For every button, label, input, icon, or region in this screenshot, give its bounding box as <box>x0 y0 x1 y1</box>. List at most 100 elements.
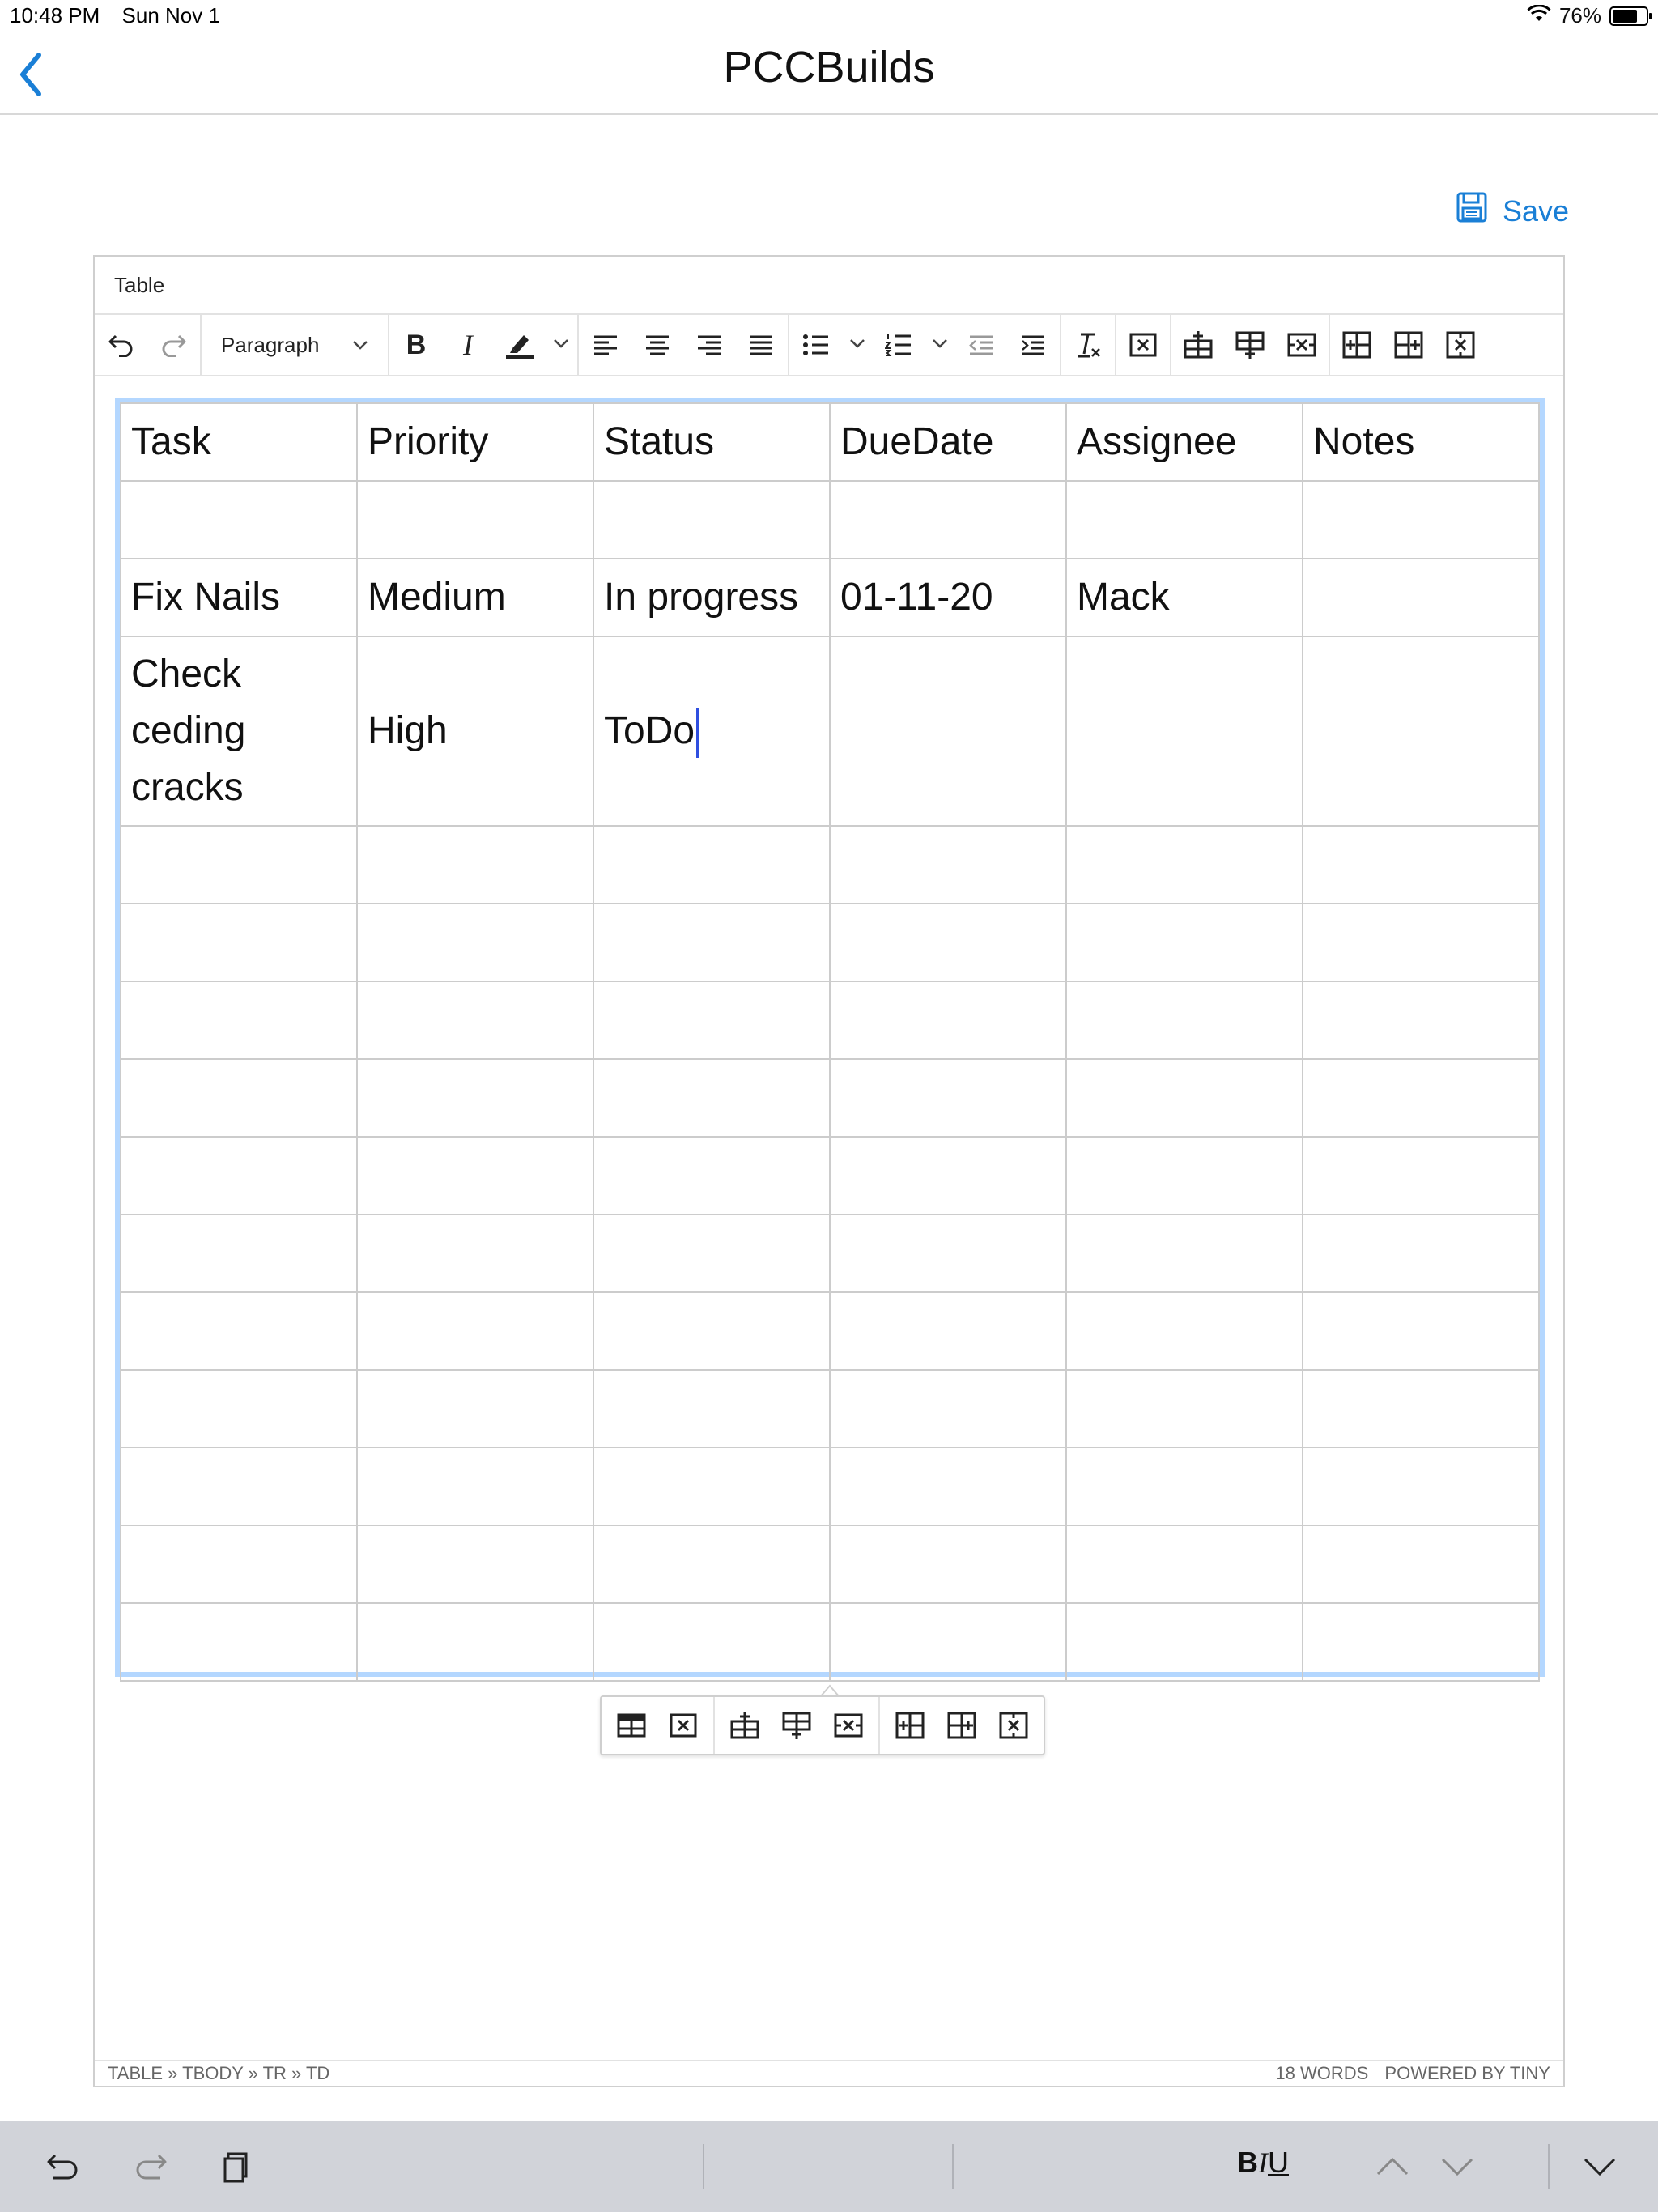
insert-row-before-button[interactable] <box>1180 326 1217 364</box>
table-cell[interactable] <box>829 480 1067 559</box>
table-cell[interactable] <box>1302 480 1540 559</box>
table-cell[interactable]: High <box>356 636 594 827</box>
insert-column-before-button[interactable] <box>1338 326 1375 364</box>
table-cell[interactable] <box>120 1291 358 1371</box>
table-cell[interactable] <box>356 480 594 559</box>
italic-button[interactable]: I <box>449 326 487 364</box>
table-cell[interactable]: Mack <box>1065 558 1303 637</box>
table-cell[interactable] <box>829 636 1067 827</box>
table-cell[interactable] <box>1065 1602 1303 1682</box>
table-cell[interactable] <box>593 981 831 1060</box>
biu-format-button[interactable]: BIU <box>1237 2146 1289 2180</box>
table-cell[interactable] <box>829 1136 1067 1215</box>
table-cell[interactable]: Status <box>593 402 831 482</box>
context-delete-table-button[interactable] <box>665 1707 702 1744</box>
table-cell[interactable] <box>1302 636 1540 827</box>
table-cell[interactable] <box>1302 981 1540 1060</box>
insert-row-after-button[interactable] <box>1231 326 1269 364</box>
menu-table[interactable]: Table <box>114 273 164 298</box>
context-insert-column-after-button[interactable] <box>943 1707 980 1744</box>
table-cell[interactable] <box>593 903 831 982</box>
insert-column-after-button[interactable] <box>1390 326 1427 364</box>
delete-column-button[interactable] <box>1442 326 1479 364</box>
align-left-button[interactable] <box>587 326 624 364</box>
context-delete-row-button[interactable] <box>830 1707 867 1744</box>
highlight-button[interactable] <box>501 326 538 364</box>
table-cell[interactable]: Check ceding cracks <box>120 636 358 827</box>
editable-table[interactable]: Task Priority Status DueDate Assignee Notes Fi… <box>115 398 1545 1682</box>
table-cell[interactable] <box>593 1602 831 1682</box>
kb-next-field-button[interactable] <box>1435 2144 1480 2189</box>
bullet-list-dropdown[interactable] <box>849 338 865 352</box>
table-cell[interactable] <box>356 1369 594 1448</box>
table-cell[interactable] <box>1302 1136 1540 1215</box>
table-cell[interactable] <box>120 1058 358 1138</box>
table-cell[interactable] <box>120 981 358 1060</box>
table-cell[interactable] <box>120 480 358 559</box>
kb-dismiss-button[interactable] <box>1577 2144 1622 2189</box>
redo-button[interactable] <box>155 326 192 364</box>
element-path[interactable]: TABLE » TBODY » TR » TD <box>108 2063 329 2084</box>
powered-by-link[interactable]: POWERED BY TINY <box>1384 2063 1550 2083</box>
undo-button[interactable] <box>103 326 140 364</box>
table-cell[interactable]: ToDo <box>593 636 831 827</box>
table-cell[interactable]: 01-11-20 <box>829 558 1067 637</box>
table-cell[interactable] <box>1302 903 1540 982</box>
table-cell[interactable]: Task <box>120 402 358 482</box>
table-cell[interactable] <box>1302 1369 1540 1448</box>
numbered-list-dropdown[interactable] <box>932 338 948 352</box>
kb-paste-button[interactable] <box>215 2144 261 2189</box>
table-cell[interactable] <box>120 1136 358 1215</box>
context-insert-row-before-button[interactable] <box>726 1707 763 1744</box>
table-cell[interactable] <box>829 1525 1067 1604</box>
table-cell[interactable] <box>1065 1525 1303 1604</box>
delete-row-button[interactable] <box>1283 326 1320 364</box>
table-cell[interactable] <box>829 981 1067 1060</box>
table-cell[interactable] <box>829 1291 1067 1371</box>
table-properties-button[interactable] <box>613 1707 650 1744</box>
table-cell[interactable] <box>120 1214 358 1293</box>
kb-redo-button[interactable] <box>128 2144 173 2189</box>
table-cell[interactable] <box>1065 636 1303 827</box>
table-cell[interactable]: DueDate <box>829 402 1067 482</box>
indent-button[interactable] <box>1014 326 1052 364</box>
table-cell[interactable] <box>356 1058 594 1138</box>
align-right-button[interactable] <box>691 326 728 364</box>
table-cell[interactable] <box>593 480 831 559</box>
table-cell[interactable] <box>356 825 594 904</box>
table-cell[interactable] <box>1302 825 1540 904</box>
table-cell[interactable] <box>593 1369 831 1448</box>
table-cell[interactable] <box>593 1525 831 1604</box>
bullet-list-button[interactable] <box>797 326 835 364</box>
table-cell[interactable] <box>120 1447 358 1526</box>
highlight-dropdown[interactable] <box>553 338 569 352</box>
table-cell[interactable]: Fix Nails <box>120 558 358 637</box>
table-cell[interactable] <box>120 1602 358 1682</box>
table-cell[interactable] <box>1065 1369 1303 1448</box>
table-cell[interactable] <box>829 1058 1067 1138</box>
context-insert-row-after-button[interactable] <box>778 1707 815 1744</box>
table-cell[interactable] <box>356 1136 594 1215</box>
table-cell[interactable] <box>1065 1291 1303 1371</box>
table-cell[interactable] <box>1302 1291 1540 1371</box>
table-cell[interactable] <box>1302 1525 1540 1604</box>
table-cell[interactable] <box>1065 1136 1303 1215</box>
word-count[interactable]: 18 WORDS <box>1275 2063 1368 2083</box>
table-cell[interactable] <box>1302 1602 1540 1682</box>
numbered-list-button[interactable] <box>880 326 917 364</box>
table-cell[interactable] <box>120 903 358 982</box>
table-cell[interactable] <box>1065 1447 1303 1526</box>
table-cell[interactable] <box>1302 1447 1540 1526</box>
table-cell[interactable] <box>593 825 831 904</box>
table-cell[interactable] <box>593 1447 831 1526</box>
table-cell[interactable] <box>829 1369 1067 1448</box>
table-cell[interactable] <box>1302 558 1540 637</box>
table-cell[interactable] <box>829 825 1067 904</box>
save-button[interactable]: Save <box>1456 191 1569 231</box>
table-cell[interactable]: Notes <box>1302 402 1540 482</box>
table-cell[interactable] <box>593 1214 831 1293</box>
align-center-button[interactable] <box>639 326 676 364</box>
table-cell[interactable] <box>120 1525 358 1604</box>
block-format-select[interactable]: Paragraph <box>202 315 389 375</box>
table-cell[interactable]: Medium <box>356 558 594 637</box>
